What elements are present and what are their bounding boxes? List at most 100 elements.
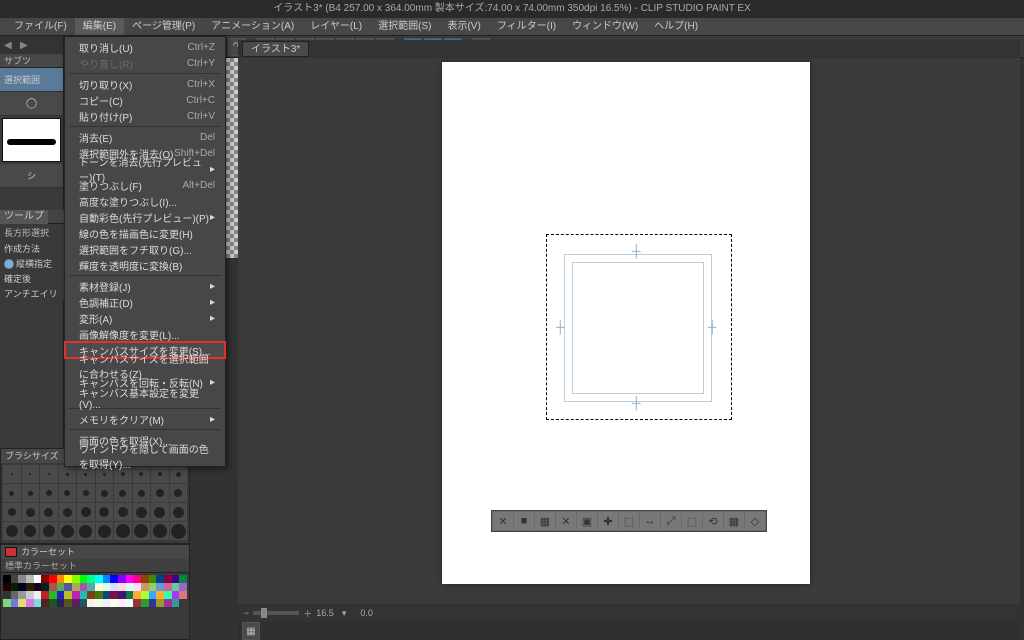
swatch[interactable] xyxy=(156,575,164,583)
swatch[interactable] xyxy=(103,599,111,607)
brush-size-cell[interactable] xyxy=(40,503,58,521)
brush-size-cell[interactable] xyxy=(170,484,188,502)
float-tool[interactable]: ▣ xyxy=(577,512,597,530)
swatch[interactable] xyxy=(80,575,88,583)
prop-row[interactable]: 縦横指定 xyxy=(0,256,64,271)
swatch[interactable] xyxy=(34,583,42,591)
brush-size-cell[interactable] xyxy=(59,503,77,521)
swatch[interactable] xyxy=(133,583,141,591)
swatch[interactable] xyxy=(26,599,34,607)
float-tool[interactable]: ✕ xyxy=(556,512,576,530)
swatch[interactable] xyxy=(26,583,34,591)
swatch[interactable] xyxy=(87,599,95,607)
swatch[interactable] xyxy=(179,591,187,599)
swatch[interactable] xyxy=(3,599,11,607)
brush-size-cell[interactable] xyxy=(114,484,132,502)
brush-size-cell[interactable] xyxy=(22,503,40,521)
swatch[interactable] xyxy=(133,599,141,607)
canvas-paper[interactable]: ┼ ┼ ┼ ┼ xyxy=(442,62,810,584)
brush-size-cell[interactable] xyxy=(22,484,40,502)
swatch[interactable] xyxy=(149,599,157,607)
swatch[interactable] xyxy=(164,575,172,583)
brush-size-cell[interactable] xyxy=(3,484,21,502)
swatch[interactable] xyxy=(141,599,149,607)
brush-size-cell[interactable] xyxy=(59,522,77,540)
rotation-control[interactable]: 0.0 xyxy=(360,608,373,618)
menu-選択範囲[interactable]: 選択範囲(S) xyxy=(370,18,439,35)
swatch[interactable] xyxy=(110,599,118,607)
swatch[interactable] xyxy=(26,575,34,583)
zoom-in-icon[interactable]: ＋ xyxy=(303,607,312,620)
color-swatches[interactable] xyxy=(1,573,189,609)
tool-selection-rect[interactable]: 選択範囲 xyxy=(0,68,63,92)
float-tool[interactable]: ⤢ xyxy=(661,512,681,530)
zoom-control[interactable]: − ＋ 16.5 xyxy=(244,607,334,620)
menuitem-自動彩色[interactable]: 自動彩色(先行プレビュー)(P)▸ xyxy=(65,209,225,225)
brush-size-cell[interactable] xyxy=(114,503,132,521)
swatch[interactable] xyxy=(95,599,103,607)
swatch[interactable] xyxy=(80,591,88,599)
menuitem-素材登録[interactable]: 素材登録(J)▸ xyxy=(65,278,225,294)
brush-size-cell[interactable] xyxy=(96,503,114,521)
swatch[interactable] xyxy=(118,583,126,591)
menuitem-線の色を描画色に変更[interactable]: 線の色を描画色に変更(H) xyxy=(65,225,225,241)
bottom-thumb-icon[interactable]: ▦ xyxy=(242,622,260,640)
swatch[interactable] xyxy=(49,575,57,583)
float-tool[interactable]: ↔ xyxy=(640,512,660,530)
swatch[interactable] xyxy=(72,591,80,599)
brush-size-cell[interactable] xyxy=(133,522,151,540)
swatch[interactable] xyxy=(49,599,57,607)
float-tool[interactable]: ▦ xyxy=(535,512,555,530)
swatch[interactable] xyxy=(57,583,65,591)
subtool-tab[interactable]: サブツ xyxy=(0,54,63,68)
swatch[interactable] xyxy=(41,591,49,599)
menu-ファイル[interactable]: ファイル(F) xyxy=(6,18,75,35)
swatch[interactable] xyxy=(18,591,26,599)
float-tool[interactable]: ▦ xyxy=(724,512,744,530)
swatch[interactable] xyxy=(156,583,164,591)
float-tool[interactable]: ⟲ xyxy=(703,512,723,530)
swatch[interactable] xyxy=(49,591,57,599)
brush-size-cell[interactable] xyxy=(96,484,114,502)
swatch[interactable] xyxy=(18,599,26,607)
float-tool[interactable]: ■ xyxy=(514,512,534,530)
menu-編集[interactable]: 編集(E) xyxy=(75,18,124,35)
swatch[interactable] xyxy=(110,591,118,599)
brush-size-cell[interactable] xyxy=(77,522,95,540)
swatch[interactable] xyxy=(3,583,11,591)
swatch[interactable] xyxy=(11,599,19,607)
swatch[interactable] xyxy=(49,583,57,591)
swatch[interactable] xyxy=(126,599,134,607)
menuitem-高度な塗りつぶし[interactable]: 高度な塗りつぶし(I)... xyxy=(65,193,225,209)
menu-アニメーション[interactable]: アニメーション(A) xyxy=(203,18,302,35)
brush-size-cell[interactable] xyxy=(59,465,77,483)
brush-size-cell[interactable] xyxy=(114,522,132,540)
swatch[interactable] xyxy=(72,583,80,591)
swatch[interactable] xyxy=(133,575,141,583)
menu-ヘルプ[interactable]: ヘルプ(H) xyxy=(646,18,706,35)
swatch[interactable] xyxy=(172,575,180,583)
float-tool[interactable]: ◇ xyxy=(745,512,765,530)
brush-size-cell[interactable] xyxy=(170,522,188,540)
brush-size-cell[interactable] xyxy=(96,522,114,540)
swatch[interactable] xyxy=(149,583,157,591)
swatch[interactable] xyxy=(34,591,42,599)
brush-size-cell[interactable] xyxy=(151,484,169,502)
brush-size-cell[interactable] xyxy=(77,484,95,502)
swatch[interactable] xyxy=(18,583,26,591)
brush-size-cell[interactable] xyxy=(3,522,21,540)
swatch[interactable] xyxy=(80,583,88,591)
swatch[interactable] xyxy=(164,583,172,591)
swatch[interactable] xyxy=(172,599,180,607)
brush-size-cell[interactable] xyxy=(3,503,21,521)
swatch[interactable] xyxy=(3,591,11,599)
swatch[interactable] xyxy=(3,575,11,583)
swatch[interactable] xyxy=(57,575,65,583)
swatch[interactable] xyxy=(141,575,149,583)
menuitem-ウインドウを隠して画面の[interactable]: ウインドウを隠して画面の色を取得(Y)... xyxy=(65,448,225,464)
menuitem-キャンバス基本設定を変更[interactable]: キャンバス基本設定を変更(V)... xyxy=(65,390,225,406)
swatch[interactable] xyxy=(64,591,72,599)
swatch[interactable] xyxy=(34,599,42,607)
prop-row[interactable]: 確定後 xyxy=(0,271,64,286)
swatch[interactable] xyxy=(179,583,187,591)
